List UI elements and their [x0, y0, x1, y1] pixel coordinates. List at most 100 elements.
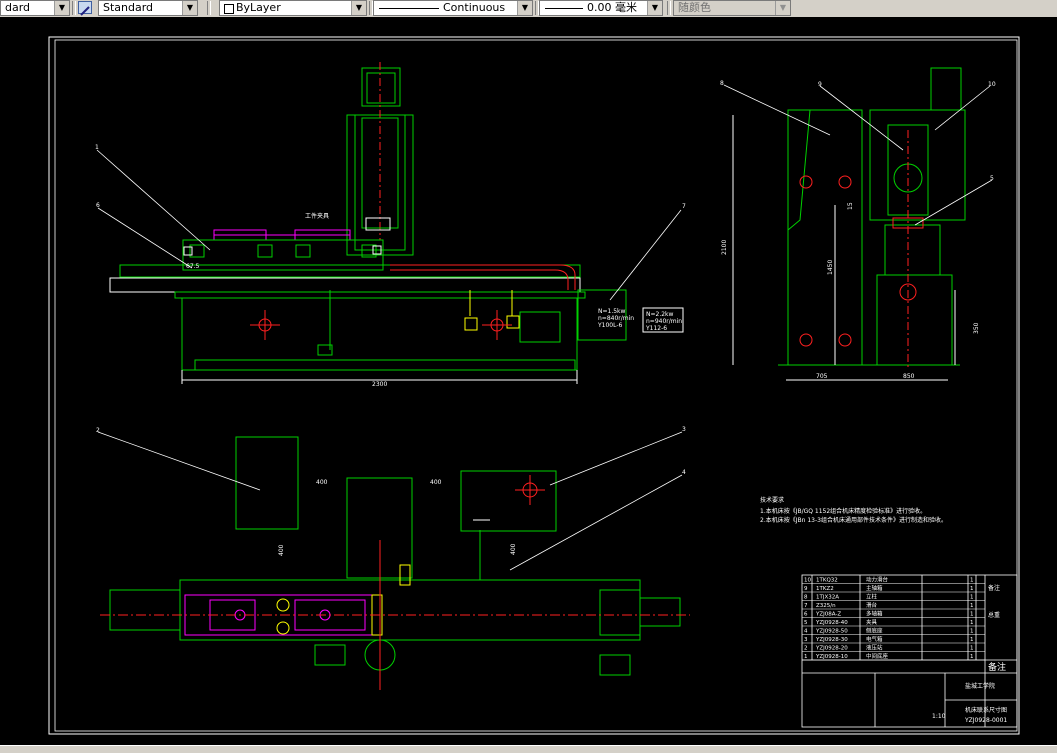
- bom-cell-qty: 1: [970, 620, 974, 626]
- bom-cell-qty: 1: [970, 586, 974, 592]
- plot-style-value: 随颜色: [678, 1, 711, 14]
- bom-cell-code: YZJ08A-Z: [815, 612, 841, 618]
- front-view: [109, 62, 627, 384]
- svg-text:n=840r/min: n=840r/min: [598, 315, 634, 322]
- balloon-1: 1: [95, 144, 99, 151]
- drawing-scale: 1:10: [932, 713, 946, 720]
- bom-cell-no: 8: [804, 595, 808, 601]
- technical-notes: 技术要求 1.本机床按《JB/GQ 1152组合机床精度检验标准》进行验收。 2…: [760, 496, 947, 524]
- svg-text:N=1.5kw: N=1.5kw: [598, 308, 626, 315]
- bom-cell-name: 动力滑台: [866, 576, 889, 584]
- drawing-name: 机床联系尺寸图: [965, 706, 1007, 714]
- bom-cell-code: 1TKZ2: [816, 586, 834, 592]
- bom-cell-name: 夹具: [866, 618, 878, 626]
- chevron-down-icon[interactable]: ▼: [54, 1, 69, 15]
- bom-cell-no: 7: [804, 603, 808, 609]
- balloon-4: 4: [682, 469, 686, 476]
- dim-v1: 400: [278, 544, 285, 556]
- dim-top: 15: [847, 202, 854, 210]
- bom-cell-code: YZJ0928-40: [815, 620, 848, 626]
- bom-cell-code: YZJ0928-20: [815, 646, 848, 652]
- cad-drawing: 工件夹具 2300 67.5 N=1.5kw n=840r/min Y100L-…: [48, 36, 1020, 735]
- dim-mid: 1450: [827, 260, 834, 275]
- bom-cell-code: Z325/n: [816, 603, 836, 609]
- notes-title: 技术要求: [760, 496, 784, 504]
- bom-cell-no: 1: [804, 654, 808, 660]
- side-view: [732, 67, 966, 381]
- bom-cell-code: 1TJX32A: [816, 595, 839, 601]
- side-leaders: [723, 84, 993, 226]
- bom-cell-name: 侧底座: [866, 627, 883, 635]
- dim-gap1: 400: [316, 479, 328, 486]
- bom-cell-name: 电气箱: [866, 635, 883, 643]
- text-style-value: dard: [5, 1, 31, 14]
- bom-cell-qty: 1: [970, 578, 974, 584]
- note-b: 总重: [988, 611, 1000, 619]
- svg-text:N=2.2kw: N=2.2kw: [646, 311, 674, 318]
- color-swatch-icon: [224, 4, 234, 14]
- bom-cell-qty: 1: [970, 612, 974, 618]
- bom-cell-name: 多轴箱: [866, 610, 883, 618]
- dim-style-value: Standard: [103, 1, 154, 14]
- layer-color-value: ByLayer: [236, 1, 281, 14]
- chevron-down-icon[interactable]: ▼: [775, 1, 790, 15]
- bom-cell-name: 液压站: [866, 644, 883, 652]
- bom-cell-no: 5: [804, 620, 808, 626]
- plot-style-dropdown[interactable]: 随颜色 ▼: [673, 0, 791, 16]
- dim-style-icon[interactable]: [78, 1, 92, 16]
- sheet-border-inner: [54, 39, 1018, 732]
- school-name: 盐城工学院: [965, 682, 995, 690]
- top-view: [100, 436, 690, 690]
- balloon-5: 5: [990, 175, 994, 182]
- motor-right-label: N=2.2kw n=940r/min Y112-6: [645, 311, 682, 332]
- balloon-2: 2: [96, 427, 100, 434]
- properties-toolbar: dard ▼ Standard ▼ ByLayer ▼ Continuous ▼…: [0, 0, 1057, 18]
- bom-rows: 10 1TKQ32 动力滑台 1 9 1TKZ2 主轴箱 1 8 1TJX32A 立柱 1 7 Z325/…: [802, 576, 985, 661]
- lineweight-dropdown[interactable]: 0.00 毫米 ▼: [539, 0, 663, 16]
- bom-cell-no: 6: [804, 612, 808, 618]
- balloon-3: 3: [682, 426, 686, 433]
- dim-length: 2300: [372, 381, 387, 388]
- bom-cell-code: YZJ0928-30: [815, 637, 848, 643]
- chevron-down-icon[interactable]: ▼: [517, 1, 532, 15]
- text-style-dropdown[interactable]: dard ▼: [0, 0, 70, 16]
- toolbar-divider: [667, 1, 671, 15]
- notes-line2: 2.本机床按《JBn 13-3组合机床通用部件技术条件》进行制造和验收。: [760, 516, 947, 524]
- bom-cell-name: 主轴箱: [866, 584, 883, 592]
- chevron-down-icon[interactable]: ▼: [351, 1, 366, 15]
- chevron-down-icon[interactable]: ▼: [647, 1, 662, 15]
- balloon-7: 7: [682, 203, 686, 210]
- notes-line1: 1.本机床按《JB/GQ 1152组合机床精度检验标准》进行验收。: [760, 507, 926, 515]
- side-view-dims: 2100 1450 15 350 705 850: [721, 202, 980, 380]
- bom-cell-name: 立柱: [866, 593, 878, 601]
- bom-cell-code: 1TKQ32: [816, 578, 838, 584]
- dim-bottom-right: 850: [903, 373, 915, 380]
- line-sample-icon: [545, 8, 583, 9]
- top-leaders: [97, 431, 683, 571]
- bom-cell-code: YZJ0928-10: [815, 654, 848, 660]
- bom-cell-name: 中间底座: [866, 652, 889, 660]
- bom-cell-qty: 1: [970, 629, 974, 635]
- linetype-dropdown[interactable]: Continuous ▼: [373, 0, 533, 16]
- bom-cell-no: 9: [804, 586, 808, 592]
- dim-right: 350: [973, 322, 980, 334]
- note-a: 备注: [988, 584, 1000, 592]
- dim-gap2: 400: [430, 479, 442, 486]
- bom-cell-qty: 1: [970, 646, 974, 652]
- bom-cell-qty: 1: [970, 637, 974, 643]
- layer-color-dropdown[interactable]: ByLayer ▼: [219, 0, 367, 16]
- bom-cell-no: 2: [804, 646, 808, 652]
- svg-text:n=940r/min: n=940r/min: [646, 318, 682, 325]
- balloon-6: 6: [96, 202, 100, 209]
- bom-cell-no: 4: [804, 629, 808, 635]
- bom-cell-qty: 1: [970, 595, 974, 601]
- line-sample-icon: [379, 8, 439, 9]
- top-view-dims: 400 400 400 400: [278, 479, 517, 556]
- bom-cell-name: 滑台: [866, 601, 878, 609]
- svg-text:Y100L-6: Y100L-6: [597, 322, 623, 329]
- bom-cell-qty: 1: [970, 654, 974, 660]
- chevron-down-icon[interactable]: ▼: [182, 1, 197, 15]
- drawing-canvas[interactable]: 工件夹具 2300 67.5 N=1.5kw n=840r/min Y100L-…: [0, 17, 1057, 745]
- toolbar-divider: [72, 1, 76, 15]
- dim-style-dropdown[interactable]: Standard ▼: [98, 0, 198, 16]
